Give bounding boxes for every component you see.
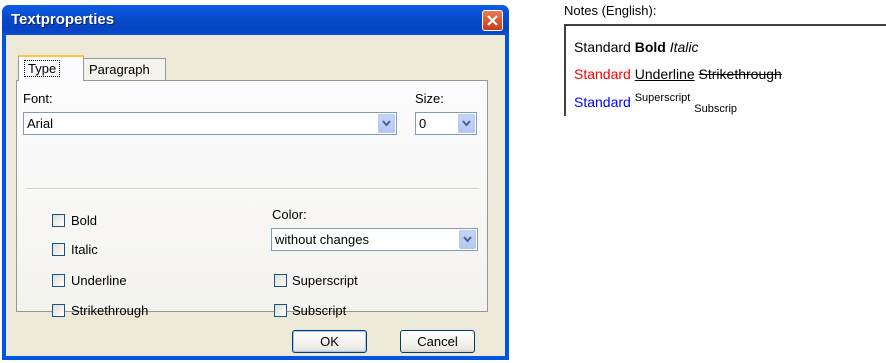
standard-text: Standard: [574, 39, 631, 55]
italic-checkbox[interactable]: [52, 243, 65, 256]
ok-button-label: OK: [320, 334, 339, 349]
bold-text: Bold: [634, 39, 666, 55]
close-icon: [487, 15, 498, 26]
blue-standard-text: Standard: [574, 94, 631, 110]
tab-paragraph[interactable]: Paragraph: [83, 58, 166, 80]
bold-label: Bold: [71, 213, 98, 228]
superscript-checkbox[interactable]: [274, 274, 287, 287]
size-dropdown-button[interactable]: [458, 114, 475, 133]
red-standard-text: Standard: [574, 66, 631, 82]
tab-type[interactable]: Type: [18, 55, 84, 81]
chevron-down-icon: [382, 120, 391, 127]
italic-label: Italic: [71, 242, 98, 257]
separator: [27, 188, 479, 190]
subscript-label: Subscript: [292, 303, 347, 318]
chevron-down-icon: [462, 120, 471, 127]
strikethrough-text: Strikethrough: [698, 66, 782, 82]
dialog-title: Textproperties: [11, 11, 115, 28]
cancel-button-label: Cancel: [417, 334, 458, 349]
chevron-down-icon: [463, 236, 472, 243]
strikethrough-checkbox[interactable]: [52, 304, 65, 317]
dialog-client-area: Type Paragraph Font: Arial Size: 0 Bold …: [6, 35, 505, 356]
notes-preview[interactable]: Standard Bold Italic Standard Underline …: [564, 24, 886, 116]
close-button[interactable]: [482, 10, 503, 31]
notes-line-2: Standard Underline Strikethrough: [574, 66, 782, 82]
color-label: Color:: [272, 207, 307, 222]
font-label: Font:: [23, 91, 53, 106]
size-label: Size:: [415, 91, 444, 106]
notes-line-1: Standard Bold Italic: [574, 39, 699, 55]
type-tab-panel: Font: Arial Size: 0 Bold Italic Underlin…: [16, 80, 488, 318]
superscript-text: Superscript: [634, 92, 691, 104]
subscript-text: Subscrip: [694, 103, 738, 115]
underline-label: Underline: [71, 273, 127, 288]
cancel-button[interactable]: Cancel: [400, 330, 475, 353]
color-dropdown-button[interactable]: [459, 230, 476, 249]
strikethrough-label: Strikethrough: [71, 303, 149, 318]
font-select-value: Arial: [27, 116, 54, 131]
tab-paragraph-label: Paragraph: [89, 62, 150, 77]
superscript-label: Superscript: [292, 273, 358, 288]
tab-type-label: Type: [24, 60, 61, 77]
font-select[interactable]: Arial: [23, 112, 397, 135]
size-select[interactable]: 0: [415, 112, 477, 135]
color-select-value: without changes: [275, 232, 369, 247]
bold-checkbox[interactable]: [52, 214, 65, 227]
size-select-value: 0: [419, 116, 427, 131]
subscript-checkbox[interactable]: [274, 304, 287, 317]
italic-text: Italic: [669, 39, 699, 55]
underline-checkbox[interactable]: [52, 274, 65, 287]
title-bar[interactable]: Textproperties: [2, 5, 509, 35]
textproperties-dialog: Textproperties Type Paragraph Font: Aria…: [2, 5, 509, 360]
ok-button[interactable]: OK: [292, 330, 367, 353]
notes-line-3: Standard Superscript Subscrip: [574, 92, 737, 115]
font-dropdown-button[interactable]: [378, 114, 395, 133]
notes-label: Notes (English):: [564, 3, 657, 18]
color-select[interactable]: without changes: [271, 228, 478, 251]
underline-text: Underline: [634, 66, 695, 82]
